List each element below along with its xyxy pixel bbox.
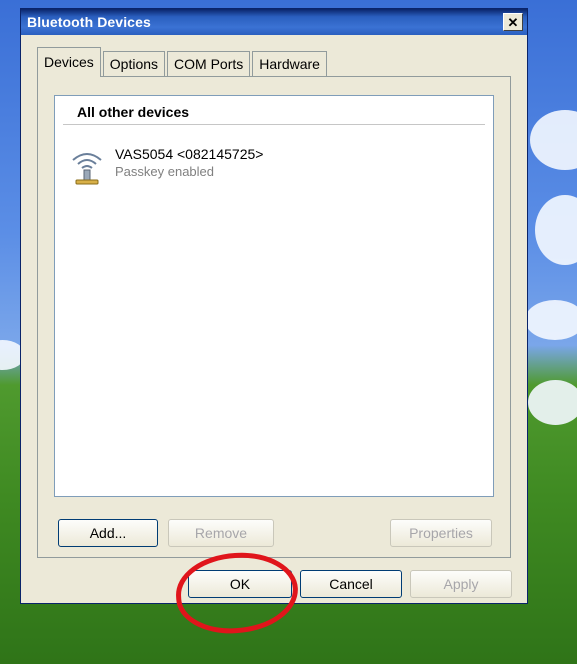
device-list-item[interactable]: VAS5054 <082145725> Passkey enabled bbox=[67, 146, 263, 190]
window-title: Bluetooth Devices bbox=[27, 14, 151, 30]
close-button[interactable]: ✕ bbox=[503, 13, 523, 31]
tab-strip: Devices Options COM Ports Hardware bbox=[37, 47, 329, 77]
desktop-cloud bbox=[525, 300, 577, 340]
desktop-cloud bbox=[535, 195, 577, 265]
tab-options[interactable]: Options bbox=[102, 51, 166, 77]
bluetooth-devices-dialog: Bluetooth Devices ✕ Devices Options COM … bbox=[20, 8, 528, 604]
group-header: All other devices bbox=[77, 104, 190, 120]
devices-tab-panel: All other devices VAS5054 <082145725> Pa… bbox=[37, 76, 511, 558]
group-divider bbox=[63, 124, 485, 125]
remove-button[interactable]: Remove bbox=[168, 519, 274, 547]
title-bar[interactable]: Bluetooth Devices ✕ bbox=[21, 9, 527, 35]
add-button[interactable]: Add... bbox=[58, 519, 158, 547]
cancel-button[interactable]: Cancel bbox=[300, 570, 402, 598]
apply-button[interactable]: Apply bbox=[410, 570, 512, 598]
tab-devices[interactable]: Devices bbox=[37, 47, 101, 77]
tab-hardware[interactable]: Hardware bbox=[252, 51, 327, 77]
bluetooth-device-icon bbox=[72, 153, 102, 185]
device-list[interactable]: All other devices VAS5054 <082145725> Pa… bbox=[54, 95, 494, 497]
properties-button[interactable]: Properties bbox=[390, 519, 492, 547]
desktop-cloud bbox=[528, 380, 577, 425]
close-icon: ✕ bbox=[507, 14, 519, 30]
device-name: VAS5054 <082145725> bbox=[115, 146, 264, 162]
tab-com-ports[interactable]: COM Ports bbox=[167, 51, 251, 77]
desktop-cloud bbox=[530, 110, 577, 170]
device-status: Passkey enabled bbox=[115, 164, 215, 179]
